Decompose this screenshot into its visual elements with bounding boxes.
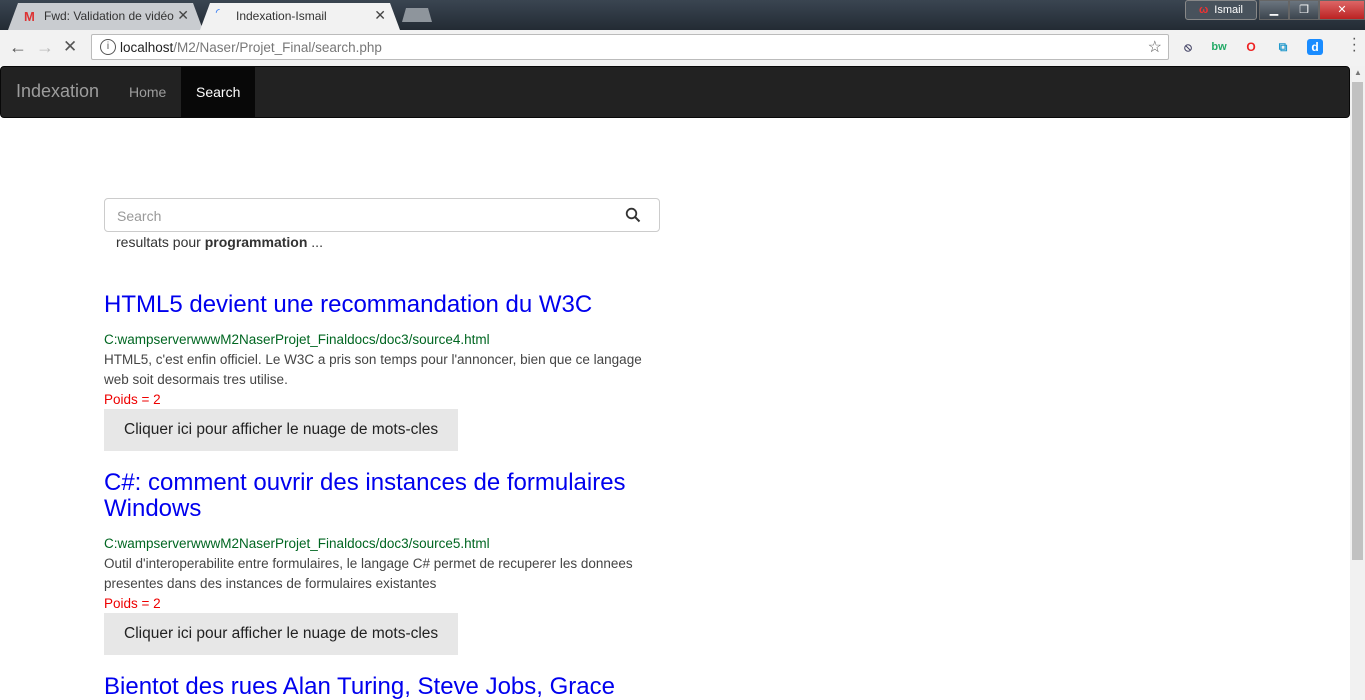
back-icon[interactable]: ←	[9, 37, 27, 58]
menu-icon[interactable]: · · ·	[1352, 31, 1357, 59]
page-scrollbar[interactable]: ▲	[1350, 66, 1365, 700]
search-input[interactable]	[105, 199, 619, 233]
new-tab-button[interactable]	[402, 8, 432, 22]
profile-button[interactable]: ω Ismail	[1185, 0, 1257, 20]
profile-name: Ismail	[1214, 4, 1244, 16]
result-path: C:wampserverwwwM2NaserProjet_Finaldocs/d…	[104, 536, 490, 551]
keyword-cloud-button[interactable]: Cliquer ici pour afficher le nuage de mo…	[104, 613, 459, 655]
bookmark-star-icon[interactable]: ☆	[1148, 37, 1162, 57]
info-icon[interactable]: i	[100, 39, 116, 55]
restore-button[interactable]: ❐	[1289, 0, 1319, 20]
loading-icon: ◜	[216, 7, 220, 17]
keyword-cloud-button[interactable]: Cliquer ici pour afficher le nuage de mo…	[104, 409, 459, 451]
window-controls: ω Ismail ▁ ❐ ✕	[1185, 0, 1365, 20]
tab-title: Indexation-Ismail	[236, 9, 327, 23]
close-icon[interactable]: ✕	[177, 7, 189, 24]
browser-titlebar: M Fwd: Validation de vidéo ✕ ◜ Indexatio…	[0, 0, 1365, 30]
scroll-up-icon[interactable]: ▲	[1354, 68, 1362, 77]
nav-search[interactable]: Search	[181, 67, 256, 117]
address-bar[interactable]: i localhost/M2/Naser/Projet_Final/search…	[91, 34, 1169, 60]
result-title[interactable]: HTML5 devient une recommandation du W3C	[104, 292, 664, 318]
tab-gmail[interactable]: M Fwd: Validation de vidéo ✕	[8, 3, 203, 30]
result-item: C#: comment ouvrir des instances de form…	[104, 470, 664, 655]
url-text[interactable]: localhost/M2/Naser/Projet_Final/search.p…	[120, 40, 382, 55]
d-extension-icon[interactable]: d	[1307, 39, 1323, 55]
navbar-brand[interactable]: Indexation	[16, 81, 99, 102]
result-path: C:wampserverwwwM2NaserProjet_Finaldocs/d…	[104, 332, 490, 347]
tab-title: Fwd: Validation de vidéo	[44, 9, 174, 23]
result-description: Outil d'interoperabilite entre formulair…	[104, 556, 633, 591]
result-title[interactable]: C#: comment ouvrir des instances de form…	[104, 470, 664, 522]
query-term: programmation	[204, 234, 308, 250]
browser-toolbar: ← → ✕ i localhost/M2/Naser/Projet_Final/…	[0, 30, 1365, 67]
result-weight: Poids = 2	[104, 392, 161, 407]
stop-icon[interactable]: ✕	[63, 37, 77, 57]
scrollbar-thumb[interactable]	[1352, 82, 1363, 560]
minimize-button[interactable]: ▁	[1259, 0, 1289, 20]
user-icon: ω	[1198, 4, 1209, 16]
tab-indexation[interactable]: ◜ Indexation-Ismail ✕	[200, 3, 400, 30]
result-item: HTML5 devient une recommandation du W3C …	[104, 292, 664, 451]
window-close-button[interactable]: ✕	[1319, 0, 1365, 20]
page-viewport: Indexation Home Search resultats pour pr…	[0, 66, 1350, 700]
result-item: Bientot des rues Alan Turing, Steve Jobs…	[104, 674, 664, 700]
forward-icon[interactable]: →	[36, 37, 54, 58]
result-description: HTML5, c'est enfin officiel. Le W3C a pr…	[104, 352, 642, 387]
translate-extension-icon[interactable]: ⧉	[1275, 39, 1291, 55]
bw-extension-icon[interactable]: bw	[1211, 39, 1227, 55]
search-form	[104, 198, 660, 233]
block-extension-icon[interactable]: ⦸	[1180, 39, 1196, 55]
nav-home[interactable]: Home	[114, 67, 181, 117]
result-weight: Poids = 2	[104, 596, 161, 611]
results-summary: resultats pour programmation ...	[116, 234, 323, 250]
close-icon[interactable]: ✕	[374, 7, 386, 24]
gmail-icon: M	[24, 9, 35, 24]
navbar: Indexation Home Search	[0, 66, 1350, 118]
search-icon[interactable]	[625, 207, 641, 223]
result-title[interactable]: Bientot des rues Alan Turing, Steve Jobs…	[104, 674, 664, 700]
opera-extension-icon[interactable]: O	[1243, 39, 1259, 55]
